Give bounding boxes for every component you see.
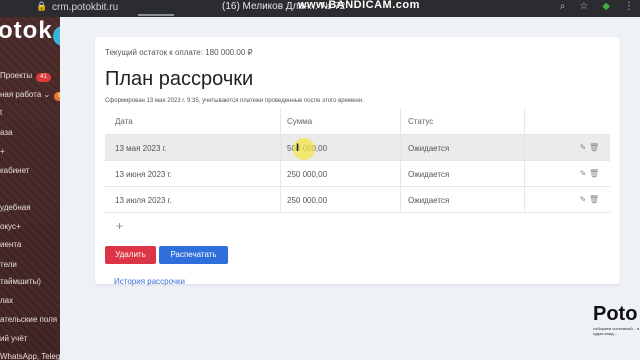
lock-icon: 🔒 bbox=[36, 1, 48, 11]
brand-tagline: собираем системный... в судах кажд... bbox=[593, 326, 640, 336]
brand-watermark: Poto собираем системный... в судах кажд.… bbox=[593, 303, 640, 336]
tab-indicator bbox=[138, 14, 174, 16]
sidebar: otok Проекты41 ная работа ⌄8 t аза + каб… bbox=[0, 17, 60, 360]
column-header-date: Дата bbox=[115, 117, 133, 126]
chevron-down-icon: ⌄ bbox=[43, 90, 51, 99]
logo: otok bbox=[0, 17, 53, 44]
delete-button[interactable]: Удалить bbox=[105, 246, 156, 264]
row-date: 13 мая 2023 г. bbox=[115, 144, 167, 153]
main-content: Текущий остаток к оплате: 180 000.00 ₽ П… bbox=[60, 17, 640, 360]
add-row: + bbox=[105, 212, 610, 239]
sidebar-item-messengers[interactable]: WhatsApp, Teleg... bbox=[0, 352, 60, 360]
browser-icons: ⌕ ☆ ◆ ⋮ bbox=[560, 1, 634, 12]
trash-icon[interactable]: 🗑 bbox=[589, 169, 599, 178]
sidebar-item-3[interactable]: t bbox=[0, 108, 2, 117]
sidebar-item-plus[interactable]: + bbox=[0, 147, 5, 156]
row-date: 13 июля 2023 г. bbox=[115, 196, 172, 205]
count-badge: 41 bbox=[36, 73, 51, 82]
sidebar-item-settings[interactable]: тели bbox=[0, 260, 17, 269]
shield-icon[interactable]: ◆ bbox=[602, 1, 610, 12]
recording-watermark: www.BANDICAM.com bbox=[298, 0, 420, 11]
search-icon[interactable]: ⌕ bbox=[560, 1, 566, 12]
sidebar-item-base[interactable]: аза bbox=[0, 128, 12, 137]
installment-plan-card: Текущий остаток к оплате: 180 000.00 ₽ П… bbox=[95, 37, 620, 286]
row-amount: 250 000,00 bbox=[287, 170, 328, 179]
row-amount: 250 000,00 bbox=[287, 196, 328, 205]
trash-icon[interactable]: 🗑 bbox=[589, 143, 599, 152]
table-row: 13 июля 2023 г. 250 000,00 Ожидается ✎ 🗑 bbox=[105, 186, 610, 212]
balance-text: Текущий остаток к оплате: 180 000.00 ₽ bbox=[105, 48, 253, 57]
sidebar-item-court[interactable]: удебная bbox=[0, 203, 31, 212]
table-row: 13 мая 2023 г. 500 000,00 Ожидается ✎🗑 bbox=[105, 134, 610, 160]
sidebar-item-projects[interactable]: Проекты 41 bbox=[0, 71, 51, 82]
print-button[interactable]: Распечатать bbox=[159, 246, 228, 264]
row-status: Ожидается bbox=[408, 170, 450, 179]
trash-icon[interactable]: 🗑 bbox=[589, 195, 599, 204]
menu-icon[interactable]: ⋮ bbox=[624, 1, 634, 12]
generated-note: Сформирован 13 мая 2023 г. 9:35, учитыва… bbox=[105, 98, 364, 104]
star-icon[interactable]: ☆ bbox=[579, 1, 588, 12]
column-header-status: Статус bbox=[408, 117, 434, 126]
row-status: Ожидается bbox=[408, 144, 450, 153]
sidebar-item-work[interactable]: ная работа ⌄8 bbox=[0, 90, 60, 101]
sidebar-item-custom-fields[interactable]: ательские поля bbox=[0, 315, 57, 324]
edit-icon[interactable]: ✎ bbox=[579, 143, 587, 152]
row-status: Ожидается bbox=[408, 196, 450, 205]
installment-table: Дата Сумма Статус 13 мая 2023 г. 500 000… bbox=[105, 108, 610, 239]
table-header: Дата Сумма Статус bbox=[105, 108, 610, 134]
add-payment-button[interactable]: + bbox=[116, 219, 123, 233]
sidebar-item-timesheets[interactable]: таймшиты) bbox=[0, 277, 41, 286]
column-header-amount: Сумма bbox=[287, 117, 313, 126]
sidebar-item-clients[interactable]: иента bbox=[0, 240, 21, 249]
sidebar-item-accounting[interactable]: ий учёт bbox=[0, 334, 27, 343]
edit-icon[interactable]: ✎ bbox=[579, 169, 587, 178]
sidebar-item-focus[interactable]: окус+ bbox=[0, 222, 21, 231]
edit-icon[interactable]: ✎ bbox=[579, 195, 587, 204]
installment-history-link[interactable]: История рассрочки bbox=[114, 277, 185, 286]
sidebar-item-cabinet[interactable]: кабинет bbox=[0, 166, 29, 175]
browser-toolbar: 🔒 crm.potokbit.ru (16) Меликов Длан... №… bbox=[0, 0, 640, 17]
row-date: 13 июня 2023 г. bbox=[115, 170, 172, 179]
brand-name: Poto bbox=[593, 303, 638, 325]
sidebar-item-lah[interactable]: лах bbox=[0, 296, 13, 305]
text-cursor-icon: I bbox=[296, 142, 300, 154]
address-bar[interactable]: crm.potokbit.ru bbox=[52, 2, 118, 13]
page-title: План рассрочки bbox=[105, 68, 254, 90]
table-row: 13 июня 2023 г. 250 000,00 Ожидается ✎ 🗑 bbox=[105, 160, 610, 186]
